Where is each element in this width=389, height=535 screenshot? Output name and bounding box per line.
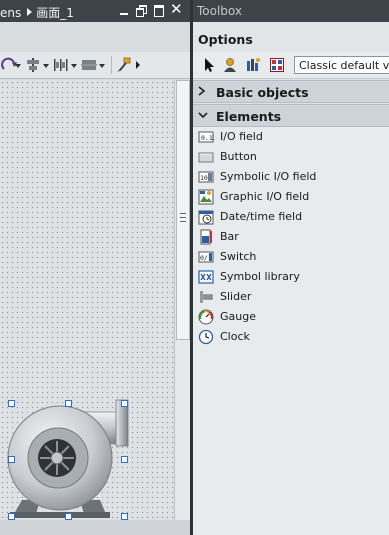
svg-text:10: 10: [200, 174, 208, 182]
element-date-time-field[interactable]: Date/time field: [193, 207, 389, 227]
breadcrumb-project[interactable]: ens: [0, 6, 21, 20]
maximize-button[interactable]: [153, 5, 165, 17]
user-icon[interactable]: [222, 57, 238, 73]
chevron-down-icon: [198, 112, 208, 119]
element-label: Bar: [220, 230, 239, 243]
close-button[interactable]: ✕: [170, 2, 183, 17]
rotate-dropdown-icon[interactable]: [15, 64, 21, 68]
section-elements[interactable]: Elements: [193, 104, 389, 127]
options-label: Options: [198, 32, 253, 47]
element-graphic-io-field[interactable]: Graphic I/O field: [193, 187, 389, 207]
io-field-icon: 0.12: [198, 131, 214, 143]
section-basic-objects[interactable]: Basic objects: [193, 80, 389, 103]
bar-icon: [200, 229, 212, 245]
options-toolbar: Classic default v: [193, 52, 389, 79]
element-label: I/O field: [220, 130, 263, 143]
pointer-icon[interactable]: [201, 57, 217, 73]
element-bar[interactable]: Bar: [193, 227, 389, 247]
gauge-icon: [198, 309, 214, 325]
editor-toolbar: [0, 52, 190, 79]
align-dropdown-icon[interactable]: [43, 64, 49, 68]
selection-handle[interactable]: [65, 513, 72, 520]
vertical-scrollbar[interactable]: [174, 80, 190, 520]
selection-handle[interactable]: [8, 400, 15, 407]
element-label: Date/time field: [220, 210, 303, 223]
element-symbol-library[interactable]: Symbol library: [193, 267, 389, 287]
elements-list: 0.12 I/O field Button 10 Symbolic I/O fi…: [193, 127, 389, 535]
symbolic-io-field-icon: 10: [198, 171, 214, 183]
element-switch[interactable]: 0/1 Switch: [193, 247, 389, 267]
element-slider[interactable]: Slider: [193, 287, 389, 307]
element-label: Symbolic I/O field: [220, 170, 317, 183]
element-label: Slider: [220, 290, 252, 303]
screen-editor: ens 画面_1 ✕: [0, 0, 190, 535]
slider-icon: [200, 291, 213, 303]
element-label: Clock: [220, 330, 250, 343]
element-label: Button: [220, 150, 257, 163]
distribute-horizontal-icon[interactable]: [52, 57, 70, 73]
selection-handle[interactable]: [121, 456, 128, 463]
date-time-field-icon: [198, 210, 214, 225]
selection-handle[interactable]: [65, 400, 72, 407]
element-label: Gauge: [220, 310, 256, 323]
editor-title-bar: ens 画面_1 ✕: [0, 0, 190, 22]
chevron-right-icon: [198, 86, 205, 96]
symbol-library-icon: [198, 270, 214, 284]
size-dropdown-icon[interactable]: [99, 64, 105, 68]
svg-text:0.12: 0.12: [201, 134, 214, 142]
same-size-icon[interactable]: [80, 57, 98, 73]
element-symbolic-io-field[interactable]: 10 Symbolic I/O field: [193, 167, 389, 187]
minimize-button[interactable]: [118, 5, 130, 16]
breadcrumb-screen[interactable]: 画面_1: [36, 6, 74, 20]
format-painter-icon[interactable]: [115, 57, 133, 73]
section-label: Elements: [216, 109, 282, 124]
breadcrumb: ens 画面_1: [0, 4, 80, 21]
element-gauge[interactable]: Gauge: [193, 307, 389, 327]
style-select[interactable]: Classic default v: [294, 56, 389, 74]
properties-icon[interactable]: [245, 57, 261, 73]
element-label: Graphic I/O field: [220, 190, 310, 203]
distribute-dropdown-icon[interactable]: [71, 64, 77, 68]
selection-handle[interactable]: [121, 400, 128, 407]
switch-icon: 0/1: [198, 251, 214, 263]
breadcrumb-arrow-icon: [27, 8, 33, 16]
element-button[interactable]: Button: [193, 147, 389, 167]
scroll-grip-icon: [180, 213, 186, 222]
selection-handle[interactable]: [121, 513, 128, 520]
editor-bottom-bar: [0, 520, 190, 535]
element-io-field[interactable]: 0.12 I/O field: [193, 127, 389, 147]
toolbar-separator: [111, 56, 112, 74]
toolbar-more-icon[interactable]: [134, 57, 142, 73]
section-label: Basic objects: [216, 85, 309, 100]
toolbox-panel: Toolbox Options Classic default v Basic …: [193, 0, 389, 535]
selection-handle[interactable]: [8, 456, 15, 463]
restore-button[interactable]: [136, 5, 148, 17]
scrollbar-thumb[interactable]: [176, 80, 190, 340]
graphic-io-field-icon: [198, 189, 214, 205]
align-center-icon[interactable]: [24, 57, 42, 73]
grid-view-icon[interactable]: [269, 57, 285, 73]
toolbox-title-bar: Toolbox: [193, 0, 389, 22]
element-label: Symbol library: [220, 270, 300, 283]
pump-graphic[interactable]: [0, 398, 135, 520]
selection-handle[interactable]: [8, 513, 15, 520]
button-icon: [198, 152, 214, 163]
clock-icon: [198, 329, 214, 345]
element-clock[interactable]: Clock: [193, 327, 389, 347]
options-header[interactable]: Options: [193, 22, 389, 52]
element-label: Switch: [220, 250, 257, 263]
toolbox-title: Toolbox: [197, 4, 242, 18]
